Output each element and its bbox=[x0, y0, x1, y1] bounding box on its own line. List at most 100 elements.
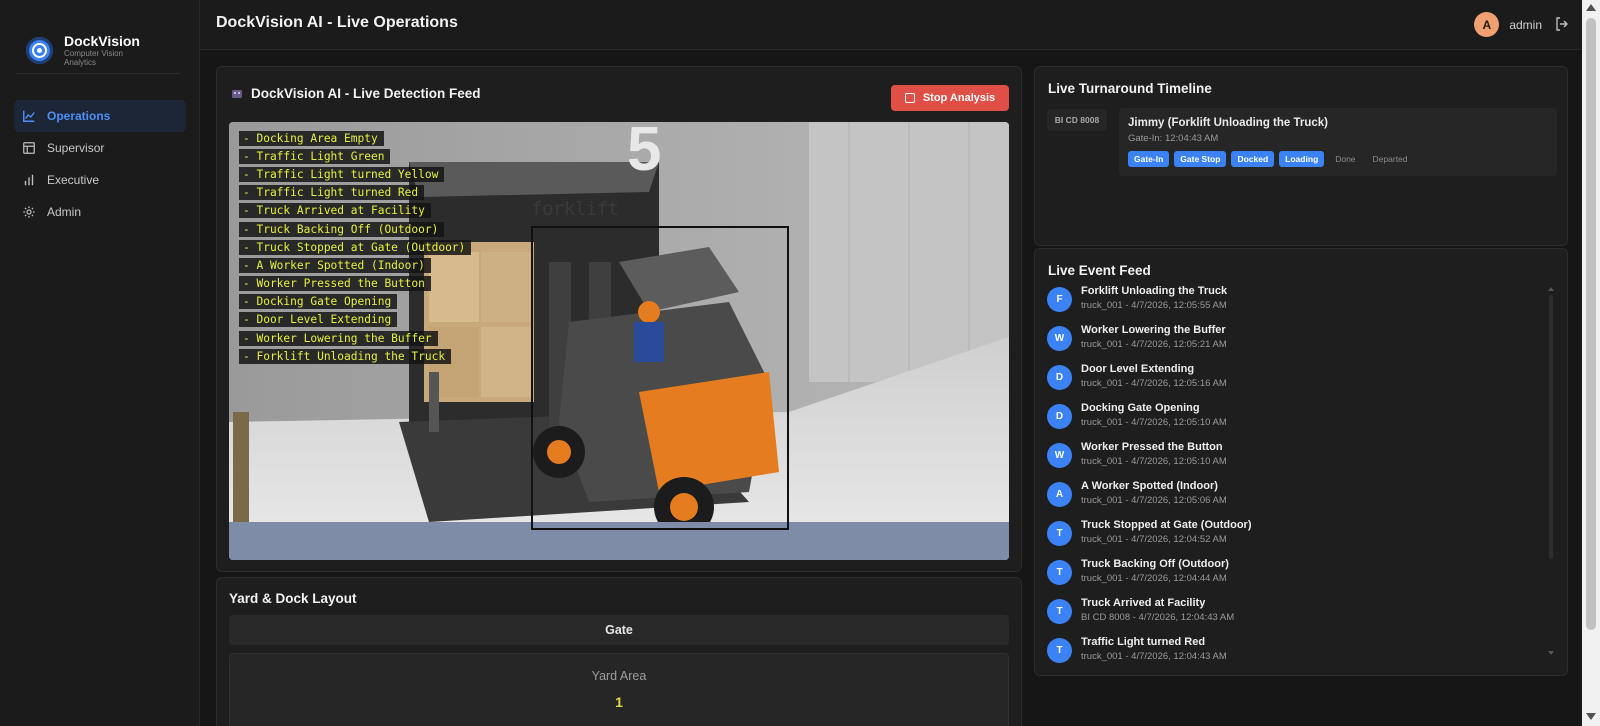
event-title: Docking Gate Opening bbox=[1081, 402, 1200, 414]
event-meta: BI CD 8008 - 4/7/2026, 12:04:43 AM bbox=[1081, 612, 1235, 623]
event-list[interactable]: F Forklift Unloading the Truck truck_001… bbox=[1047, 285, 1527, 665]
sidebar-item-label: Operations bbox=[47, 109, 111, 123]
yard-area-zone[interactable]: Yard Area 1 bbox=[229, 653, 1009, 726]
event-initial-badge: W bbox=[1047, 326, 1072, 351]
stage-badge: Loading bbox=[1279, 151, 1325, 167]
stop-analysis-label: Stop Analysis bbox=[922, 92, 996, 104]
detection-label: - Worker Lowering the Buffer bbox=[239, 330, 438, 346]
stage-badge: Gate-In bbox=[1128, 151, 1170, 167]
event-initial-badge: T bbox=[1047, 599, 1072, 624]
event-initial-badge: D bbox=[1047, 365, 1072, 390]
event-meta: truck_001 - 4/7/2026, 12:05:16 AM bbox=[1081, 378, 1227, 389]
brand[interactable]: DockVision Computer Vision Analytics bbox=[0, 0, 199, 72]
sidebar-item-admin[interactable]: Admin bbox=[14, 196, 186, 228]
event-meta: truck_001 - 4/7/2026, 12:05:10 AM bbox=[1081, 456, 1227, 467]
event-title: Worker Lowering the Buffer bbox=[1081, 324, 1226, 336]
gate-zone[interactable]: Gate bbox=[229, 615, 1009, 645]
chart-line-icon bbox=[22, 109, 36, 123]
bounding-box bbox=[531, 226, 789, 530]
event-scroll-down-icon[interactable] bbox=[1548, 651, 1554, 655]
divider bbox=[16, 73, 180, 74]
event-initial-badge: D bbox=[1047, 404, 1072, 429]
event-title: Door Level Extending bbox=[1081, 363, 1195, 375]
yard-area-count: 1 bbox=[615, 694, 623, 710]
sidebar-nav: Operations Supervisor Executive Admin bbox=[14, 100, 186, 228]
yard-title: Yard & Dock Layout bbox=[229, 591, 357, 606]
event-feed-panel: Live Event Feed F Forklift Unloading the… bbox=[1034, 248, 1568, 676]
scroll-up-icon[interactable] bbox=[1586, 4, 1596, 11]
stop-analysis-button[interactable]: Stop Analysis bbox=[891, 85, 1009, 111]
event-initial-badge: T bbox=[1047, 521, 1072, 546]
list-item[interactable]: D Docking Gate Opening truck_001 - 4/7/2… bbox=[1047, 402, 1527, 441]
brand-logo-icon bbox=[26, 36, 53, 64]
sidebar-item-executive[interactable]: Executive bbox=[14, 164, 186, 196]
list-item[interactable]: A A Worker Spotted (Indoor) truck_001 - … bbox=[1047, 480, 1527, 519]
event-scroll-up-icon[interactable] bbox=[1548, 287, 1554, 291]
list-item[interactable]: T Truck Arrived at Facility BI CD 8008 -… bbox=[1047, 597, 1527, 636]
detection-label: - Docking Gate Opening bbox=[239, 294, 398, 310]
bounding-box-label: forklift bbox=[531, 198, 619, 220]
detection-label: - Door Level Extending bbox=[239, 312, 398, 328]
list-item[interactable]: D Door Level Extending truck_001 - 4/7/2… bbox=[1047, 363, 1527, 402]
event-meta: truck_001 - 4/7/2026, 12:05:55 AM bbox=[1081, 300, 1227, 311]
timeline-truck-name: Jimmy (Forklift Unloading the Truck) bbox=[1128, 117, 1328, 129]
logout-icon[interactable] bbox=[1554, 16, 1570, 32]
event-title: A Worker Spotted (Indoor) bbox=[1081, 480, 1218, 492]
event-initial-badge: F bbox=[1047, 287, 1072, 312]
event-meta: truck_001 - 4/7/2026, 12:04:44 AM bbox=[1081, 573, 1227, 584]
brand-name: DockVision bbox=[64, 33, 140, 49]
stage-badge: Docked bbox=[1231, 151, 1275, 167]
timeline-card[interactable]: Jimmy (Forklift Unloading the Truck) Gat… bbox=[1119, 108, 1557, 176]
list-item[interactable]: W Worker Pressed the Button truck_001 - … bbox=[1047, 441, 1527, 480]
event-list-scrollbar[interactable] bbox=[1549, 295, 1553, 559]
bar-chart-icon bbox=[22, 173, 36, 187]
list-item[interactable]: W Worker Lowering the Buffer truck_001 -… bbox=[1047, 324, 1527, 363]
event-initial-badge: W bbox=[1047, 443, 1072, 468]
event-meta: truck_001 - 4/7/2026, 12:05:06 AM bbox=[1081, 495, 1227, 506]
event-initial-badge: T bbox=[1047, 560, 1072, 585]
sidebar-item-label: Executive bbox=[47, 173, 100, 187]
detection-list: - Docking Area Empty - Traffic Light Gre… bbox=[239, 129, 472, 365]
list-item[interactable]: T Traffic Light turned Red truck_001 - 4… bbox=[1047, 636, 1527, 665]
event-initial-badge: T bbox=[1047, 638, 1072, 663]
video-feed[interactable]: 5 - Docking Area Empty - Traffic Light G… bbox=[229, 122, 1009, 560]
sidebar-item-supervisor[interactable]: Supervisor bbox=[14, 132, 186, 164]
top-header: DockVision AI - Live Operations A admin bbox=[200, 0, 1582, 50]
detection-label: - Docking Area Empty bbox=[239, 130, 384, 146]
detection-label: - Truck Backing Off (Outdoor) bbox=[239, 221, 445, 237]
detection-label: - A Worker Spotted (Indoor) bbox=[239, 257, 431, 273]
event-initial-badge: A bbox=[1047, 482, 1072, 507]
scrollbar-thumb[interactable] bbox=[1586, 18, 1596, 630]
detection-label: - Traffic Light turned Red bbox=[239, 185, 425, 201]
event-title: Forklift Unloading the Truck bbox=[1081, 285, 1228, 297]
detection-label: - Traffic Light turned Yellow bbox=[239, 166, 445, 182]
event-title: Truck Arrived at Facility bbox=[1081, 597, 1206, 609]
stage-badge: Departed bbox=[1372, 154, 1408, 164]
timeline-title: Live Turnaround Timeline bbox=[1048, 81, 1212, 96]
sidebar-item-operations[interactable]: Operations bbox=[14, 100, 186, 132]
stop-icon bbox=[904, 93, 915, 103]
truck-id-badge: BI CD 8008 bbox=[1047, 109, 1107, 131]
sidebar: DockVision Computer Vision Analytics Ope… bbox=[0, 0, 200, 726]
detection-feed-panel: DockVision AI - Live Detection Feed Stop… bbox=[216, 66, 1022, 572]
scroll-down-icon[interactable] bbox=[1586, 713, 1596, 720]
turnaround-timeline-panel: Live Turnaround Timeline BI CD 8008 Jimm… bbox=[1034, 66, 1568, 246]
stage-list: Gate-In Gate Stop Docked Loading Done De… bbox=[1128, 151, 1419, 167]
event-title: Truck Stopped at Gate (Outdoor) bbox=[1081, 519, 1252, 531]
stage-badge: Gate Stop bbox=[1174, 151, 1227, 167]
list-item[interactable]: T Truck Backing Off (Outdoor) truck_001 … bbox=[1047, 558, 1527, 597]
list-item[interactable]: T Truck Stopped at Gate (Outdoor) truck_… bbox=[1047, 519, 1527, 558]
detection-label: - Forklift Unloading the Truck bbox=[239, 348, 452, 364]
avatar[interactable]: A bbox=[1474, 12, 1500, 37]
sidebar-item-label: Admin bbox=[47, 205, 82, 219]
timeline-gate-in: Gate-In: 12:04:43 AM bbox=[1128, 133, 1219, 144]
user-menu[interactable]: A admin bbox=[1474, 12, 1542, 37]
event-title: Traffic Light turned Red bbox=[1081, 636, 1206, 648]
page-scrollbar[interactable] bbox=[1582, 0, 1600, 726]
event-title: Truck Backing Off (Outdoor) bbox=[1081, 558, 1229, 570]
list-item[interactable]: F Forklift Unloading the Truck truck_001… bbox=[1047, 285, 1527, 324]
dashboard-icon bbox=[22, 141, 36, 155]
stage-badge: Done bbox=[1335, 154, 1356, 164]
yard-layout-panel: Yard & Dock Layout Gate Yard Area 1 bbox=[216, 577, 1022, 726]
camera-icon bbox=[232, 89, 242, 98]
